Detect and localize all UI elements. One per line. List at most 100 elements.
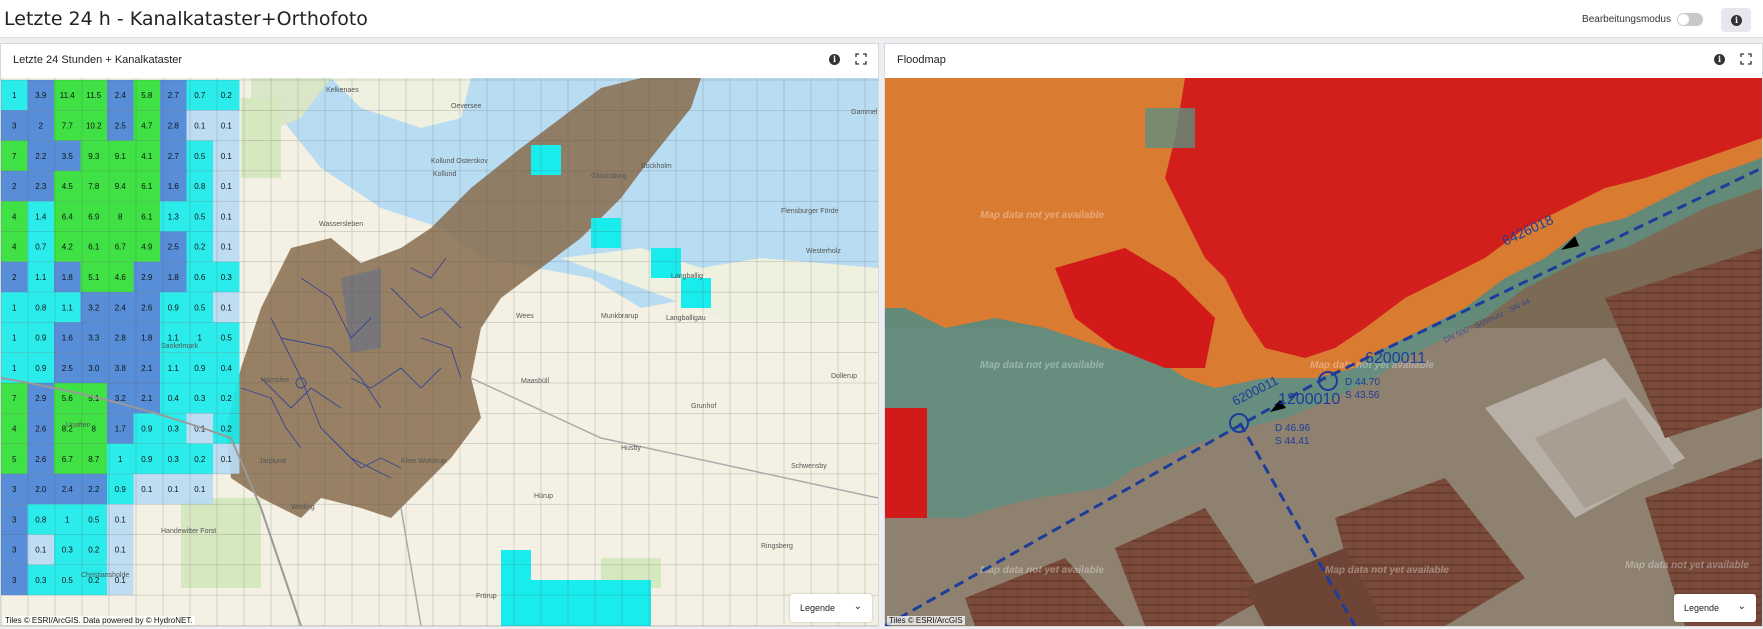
place-name: Wassersleben	[319, 221, 363, 228]
rain-value: 1.6	[168, 182, 180, 191]
rain-value: 1	[12, 364, 17, 373]
place-name: Grunhof	[691, 403, 716, 410]
rain-value: 0.1	[221, 243, 233, 252]
rain-map-panel: Letzte 24 Stunden + Kanalkataster i 1 3 …	[0, 43, 879, 627]
rain-value: 4.2	[62, 243, 74, 252]
rain-value: 0.7	[35, 243, 47, 252]
pipe-label: 1200010	[1278, 391, 1340, 408]
rain-value: 2.7	[168, 152, 180, 161]
place-name: Bockholm	[641, 163, 672, 170]
rain-value: 6.7	[115, 243, 127, 252]
place-name: Jarplund	[259, 458, 286, 465]
place-name: Dollerup	[831, 373, 857, 380]
rain-value: 4.1	[141, 152, 153, 161]
rain-value: 0.8	[194, 182, 206, 191]
expand-icon[interactable]	[855, 53, 867, 65]
rain-value: 0.4	[168, 394, 180, 403]
rain-value: 2	[12, 273, 17, 282]
rain-value: 2.8	[115, 334, 127, 343]
rain-value: 0.3	[168, 424, 180, 433]
place-name: Ringsberg	[761, 543, 793, 550]
rain-value: 8	[92, 424, 97, 433]
rain-value: 2.4	[115, 303, 127, 312]
rain-value: 1	[12, 91, 17, 100]
rain-value: 9.3	[88, 152, 100, 161]
rain-value: 2	[12, 182, 17, 191]
rain-value: 1.8	[168, 273, 180, 282]
pipe-label: 6200011	[1365, 350, 1426, 367]
legend-dropdown[interactable]: Legende ⌄	[790, 594, 872, 622]
rain-value: 9.4	[115, 182, 127, 191]
panel-title: Letzte 24 Stunden + Kanalkataster	[13, 54, 183, 66]
rain-value: 3	[12, 121, 17, 130]
rain-value: 4.6	[115, 273, 127, 282]
rain-value: 3.0	[88, 364, 100, 373]
place-name: Schwensby	[791, 463, 827, 470]
rain-map[interactable]: 1 3 7 2 4 4 2 1 1 1 7 4 5 3 3 3 3 3.9 2 2.2 2.3 1.4 0.7 1.1 0.8 0…	[1, 78, 878, 626]
rain-value: 0.9	[194, 364, 206, 373]
rain-value: 0.1	[194, 485, 206, 494]
rain-value: 1.7	[115, 424, 127, 433]
rain-value: 0.1	[141, 485, 153, 494]
place-name: Kollund Osterskov	[431, 158, 488, 165]
rain-value: 0.9	[168, 303, 180, 312]
rain-value: 0.1	[221, 455, 233, 464]
watermark-text: Map data not yet available	[1325, 565, 1449, 576]
rain-value: 8	[118, 212, 123, 221]
rain-value: 0.1	[168, 485, 180, 494]
rain-value: 2.5	[168, 243, 180, 252]
edit-mode-label: Bearbeitungsmodus	[1582, 14, 1671, 25]
flood-map[interactable]: Map data not yet available Map data not …	[885, 78, 1762, 626]
rain-value: 1.6	[62, 334, 74, 343]
rain-value: 0.3	[221, 273, 233, 282]
rain-value: 0.3	[62, 546, 74, 555]
rain-value: 3.8	[115, 364, 127, 373]
rain-value: 4.5	[62, 182, 74, 191]
place-name: Harrislee	[261, 377, 289, 384]
chevron-down-icon: ⌄	[853, 601, 862, 612]
place-name: Munkbrarup	[601, 313, 638, 320]
rain-value: 0.2	[221, 424, 233, 433]
rain-value: 2.6	[141, 303, 153, 312]
rain-value: 3.3	[88, 334, 100, 343]
rain-value: 0.9	[115, 485, 127, 494]
rain-value: 0.9	[35, 364, 47, 373]
rain-value: 2.0	[35, 485, 47, 494]
rain-value: 0.6	[194, 273, 206, 282]
rain-value: 6.7	[62, 455, 74, 464]
place-name: Maasbüll	[521, 378, 549, 385]
expand-icon[interactable]	[1740, 53, 1752, 65]
rain-value: 0.9	[35, 334, 47, 343]
place-name: Flensburger Förde	[781, 208, 839, 215]
rain-value: 2.2	[35, 152, 47, 161]
place-name: Hürup	[534, 493, 553, 500]
rain-value: 3.5	[62, 152, 74, 161]
header-info-button[interactable]: i	[1721, 8, 1751, 32]
edit-mode-toggle[interactable]	[1677, 13, 1703, 26]
pipe-label: S 43.56	[1345, 390, 1380, 401]
rain-value: 10.2	[86, 121, 102, 130]
rain-value: 0.1	[221, 303, 233, 312]
rain-value: 0.5	[194, 152, 206, 161]
rain-value: 7	[12, 394, 17, 403]
place-name: Langballigau	[666, 315, 706, 322]
rain-map-canvas[interactable]: 1 3 7 2 4 4 2 1 1 1 7 4 5 3 3 3 3 3.9 2 2.2 2.3 1.4 0.7 1.1 0.8 0…	[1, 78, 878, 626]
rain-value: 0.7	[194, 91, 206, 100]
place-name: Weding	[291, 504, 315, 511]
rain-value: 0.1	[115, 515, 127, 524]
place-name: Husby	[621, 445, 641, 452]
map-attribution: Tiles © ESRI/ArcGIS	[887, 616, 965, 625]
place-name: Frörup	[476, 593, 497, 600]
legend-dropdown[interactable]: Legende ⌄	[1674, 594, 1756, 622]
info-icon[interactable]: i	[1714, 54, 1725, 65]
flood-map-canvas[interactable]: Map data not yet available Map data not …	[885, 78, 1762, 626]
rain-value: 2.8	[168, 121, 180, 130]
chevron-down-icon: ⌄	[1737, 601, 1746, 612]
rain-value: 0.5	[62, 576, 74, 585]
rain-value: 0.2	[221, 91, 233, 100]
rain-value: 1	[12, 303, 17, 312]
rain-value: 2.1	[141, 394, 153, 403]
rain-value: 5.8	[141, 91, 153, 100]
info-icon[interactable]: i	[829, 54, 840, 65]
rain-value: 5.6	[62, 394, 74, 403]
